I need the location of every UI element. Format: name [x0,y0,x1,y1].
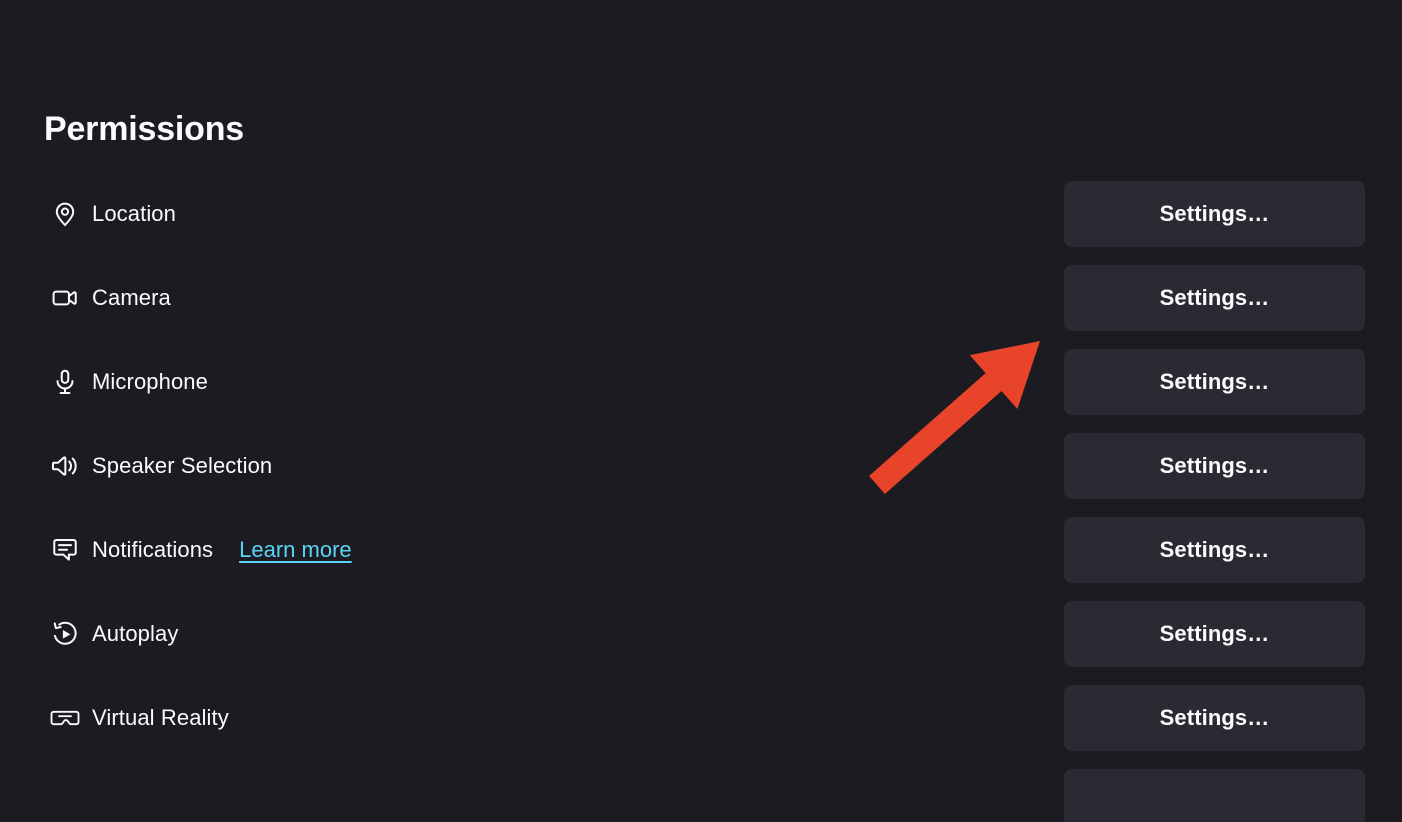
permission-row: Camera Settings… [0,265,1402,331]
speaker-icon [50,451,80,481]
permission-label: Camera [92,285,171,310]
permission-label-group: Speaker Selection [50,433,272,499]
microphone-icon [50,367,80,397]
permission-label-group: Autoplay [50,601,178,667]
settings-button-speaker-selection[interactable]: Settings… [1064,433,1365,499]
permission-label-group: Camera [50,265,171,331]
permission-row: Autoplay Settings… [0,601,1402,667]
settings-button-partial[interactable] [1064,769,1365,822]
location-pin-icon [50,199,80,229]
settings-button-autoplay[interactable]: Settings… [1064,601,1365,667]
permission-row: Notifications Learn more Settings… [0,517,1402,583]
permission-label: Virtual Reality [92,705,229,730]
permission-row: Microphone Settings… [0,349,1402,415]
settings-button-virtual-reality[interactable]: Settings… [1064,685,1365,751]
autoplay-icon [50,619,80,649]
permission-label-group: Microphone [50,349,208,415]
permission-label-group: Location [50,181,176,247]
notification-bubble-icon [50,535,80,565]
permission-row: Location Settings… [0,181,1402,247]
settings-button-microphone[interactable]: Settings… [1064,349,1365,415]
settings-button-notifications[interactable]: Settings… [1064,517,1365,583]
camera-icon [50,283,80,313]
permission-row: Virtual Reality Settings… [0,685,1402,751]
learn-more-link[interactable]: Learn more [239,535,352,565]
permission-label-group: Notifications Learn more [50,517,352,583]
settings-button-camera[interactable]: Settings… [1064,265,1365,331]
page-title: Permissions [44,110,245,148]
permission-label: Notifications [92,537,214,562]
settings-button-location[interactable]: Settings… [1064,181,1365,247]
permission-label-group: Virtual Reality [50,685,229,751]
permission-row: Speaker Selection Settings… [0,433,1402,499]
permissions-page: Permissions Location Settings… Camera Setti… [0,0,1402,822]
permission-row [0,769,1402,822]
virtual-reality-icon [50,703,80,733]
permission-label: Speaker Selection [92,453,273,478]
permissions-list: Location Settings… Camera Settings… Micropho… [0,181,1402,822]
permission-label: Location [92,201,176,226]
permission-label: Microphone [92,369,208,394]
permission-label: Autoplay [92,621,179,646]
